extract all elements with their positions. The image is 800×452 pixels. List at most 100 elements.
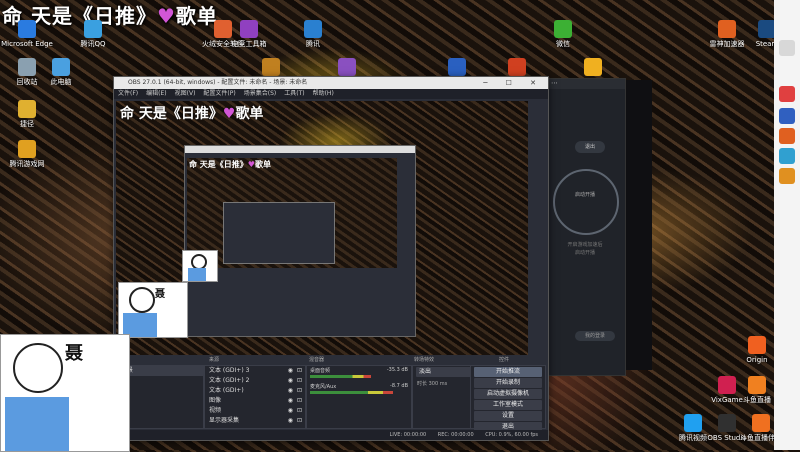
avatar-body	[5, 397, 69, 451]
nested-deeper-preview	[223, 202, 335, 264]
desktop-icon[interactable]: 雷神加速器	[700, 20, 754, 49]
nested-banner-left: 命 天是《日推》	[189, 160, 248, 169]
rail-app-icon[interactable]	[779, 108, 795, 124]
transitions-dock-header: 转场特效	[414, 357, 435, 363]
eye-icon[interactable]: ◉	[288, 376, 293, 386]
desktop-icon[interactable]: 微信	[536, 20, 590, 49]
controls-panel: 开始推流 开始录制 启动虚拟摄像机 工作室模式 设置 退出	[470, 365, 546, 432]
app-icon	[18, 20, 36, 38]
app-icon	[748, 336, 766, 354]
lock-icon[interactable]: ⊡	[297, 406, 302, 416]
status-live: LIVE: 00:00:00	[389, 432, 427, 438]
source-item[interactable]: 图像 ◉ ⊡	[205, 396, 305, 406]
eye-icon[interactable]: ◉	[288, 416, 293, 426]
window-controls[interactable]: ─ ☐ ✕	[483, 77, 544, 89]
preview-banner-right: 歌单	[235, 106, 264, 122]
source-item[interactable]: 文本 (GDI+) 2 ◉ ⊡	[205, 376, 305, 386]
control-button[interactable]: 开始推流	[474, 367, 542, 377]
desktop-icon[interactable]: 腾讯QQ	[66, 20, 120, 49]
status-cpu: CPU: 0.9%, 60.00 fps	[485, 432, 538, 438]
controls-dock-header: 控件	[499, 357, 510, 363]
lock-icon[interactable]: ⊡	[297, 416, 302, 426]
webcam-overlay-main: 聂	[0, 334, 130, 452]
control-button[interactable]: 启动虚拟摄像机	[474, 389, 542, 399]
rail-app-icon[interactable]	[779, 86, 795, 102]
app-icon	[718, 20, 736, 38]
desktop-icon[interactable]: 腾讯游戏网	[0, 140, 54, 169]
launcher-login-button[interactable]: 我的登录	[575, 331, 615, 341]
eye-icon[interactable]: ◉	[288, 366, 293, 376]
launcher-start-label: 启动开播	[574, 192, 595, 198]
app-icon	[18, 140, 36, 158]
mixer-track-name: 麦克风/Aux	[310, 384, 337, 390]
menu-item[interactable]: 编辑(E)	[146, 90, 166, 97]
source-label: 视频	[209, 407, 222, 414]
app-icon	[584, 58, 602, 76]
desktop-icon-label: 腾讯游戏网	[9, 160, 45, 168]
volume-meter[interactable]	[310, 375, 371, 378]
avatar	[129, 287, 155, 313]
control-button[interactable]: 工作室模式	[474, 400, 542, 410]
source-item[interactable]: 文本 (GDI+) ◉ ⊡	[205, 386, 305, 396]
desktop-icon[interactable]: Microsoft Edge	[0, 20, 54, 49]
nested-titlebar	[185, 146, 415, 153]
launcher-start-circle[interactable]	[553, 169, 619, 235]
preview-banner: 命 天是《日推》♥歌单	[120, 103, 263, 123]
desktop-icon[interactable]: 捷径	[0, 100, 54, 129]
control-button[interactable]: 设置	[474, 411, 542, 421]
source-item[interactable]: 视频 ◉ ⊡	[205, 406, 305, 416]
app-icon	[338, 58, 356, 76]
app-icon	[304, 20, 322, 38]
source-item[interactable]: 文本 (GDI+) 3 ◉ ⊡	[205, 366, 305, 376]
obs-status-bar: LIVE: 00:00:00 REC: 00:00:00 CPU: 0.9%, …	[114, 430, 548, 440]
webcam-overlay-small: 聂	[118, 282, 188, 338]
desktop-icon-label: 微信	[556, 40, 570, 48]
rail-menu-icon[interactable]	[779, 40, 795, 56]
obs-titlebar: OBS 27.0.1 (64-bit, windows) - 配置文件: 未命名…	[114, 77, 548, 89]
menu-item[interactable]: 帮助(H)	[313, 90, 334, 97]
nested-obs-preview: 命 天是《日推》♥歌单	[184, 145, 416, 337]
menu-item[interactable]: 工具(T)	[284, 90, 304, 97]
app-icon	[262, 58, 280, 76]
control-button[interactable]: 开始录制	[474, 378, 542, 388]
menu-item[interactable]: 场景集合(S)	[244, 90, 277, 97]
launcher-exit-button[interactable]: 退出	[575, 141, 605, 153]
source-label: 文本 (GDI+)	[209, 387, 244, 394]
source-label: 图像	[209, 397, 222, 404]
desktop-icon[interactable]: 电竞工具箱	[222, 20, 276, 49]
app-icon	[240, 20, 258, 38]
menu-item[interactable]: 配置文件(P)	[203, 90, 235, 97]
app-icon	[752, 414, 770, 432]
source-label: 文本 (GDI+) 2	[209, 377, 250, 384]
rail-app-icon[interactable]	[779, 148, 795, 164]
desktop-icon[interactable]: 此电脑	[34, 58, 88, 87]
desktop-icon[interactable]: 腾讯	[286, 20, 340, 49]
app-icon	[554, 20, 572, 38]
mixer-track-level: -35.3 dB	[386, 367, 408, 373]
nested-banner: 命 天是《日推》♥歌单	[189, 159, 271, 170]
avatar	[13, 343, 63, 393]
lock-icon[interactable]: ⊡	[297, 376, 302, 386]
menu-item[interactable]: 视图(V)	[175, 90, 196, 97]
source-item[interactable]: 显示器采集 ◉ ⊡	[205, 416, 305, 426]
rail-app-icon[interactable]	[779, 128, 795, 144]
nested-banner-right: 歌单	[254, 160, 271, 169]
webcam-label: 聂	[65, 343, 83, 364]
eye-icon[interactable]: ◉	[288, 396, 293, 406]
transition-duration-label: 时长	[417, 381, 428, 387]
eye-icon[interactable]: ◉	[288, 386, 293, 396]
volume-meter[interactable]	[310, 391, 394, 394]
mixer-dock-header: 混音器	[309, 357, 325, 363]
sources-panel: 文本 (GDI+) 3 ◉ ⊡ 文本 (GDI+) 2 ◉ ⊡ 文本 (GDI+) ◉ ⊡ 图像 ◉…	[204, 365, 306, 429]
launcher-titlebar: ⋯	[545, 79, 625, 89]
eye-icon[interactable]: ◉	[288, 406, 293, 416]
lock-icon[interactable]: ⊡	[297, 396, 302, 406]
rail-app-icon[interactable]	[779, 168, 795, 184]
transition-duration-value[interactable]: 300 ms	[429, 381, 448, 387]
lock-icon[interactable]: ⊡	[297, 366, 302, 376]
menu-item[interactable]: 文件(F)	[118, 90, 138, 97]
status-rec: REC: 00:00:00	[437, 432, 474, 438]
mixer-track: 麦克风/Aux -8.7 dB	[307, 382, 411, 398]
lock-icon[interactable]: ⊡	[297, 386, 302, 396]
background-window-strip	[622, 80, 652, 370]
